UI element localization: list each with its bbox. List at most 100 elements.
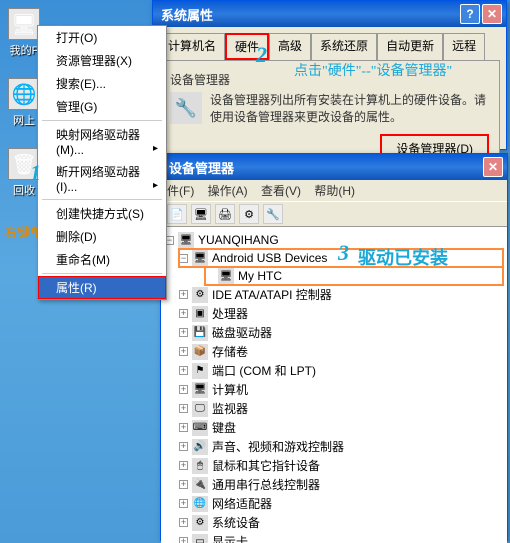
node-label: 通用串行总线控制器 (212, 476, 320, 493)
tree-node-android-usb[interactable]: − 🖥 Android USB Devices (179, 249, 503, 267)
tree-node[interactable]: +📦存储卷 (179, 342, 503, 361)
menu-view[interactable]: 查看(V) (261, 184, 301, 198)
tree-root[interactable]: − 🖥 YUANQIHANG (165, 231, 503, 249)
device-icon: 🖥 (192, 382, 208, 398)
expand-icon[interactable]: + (179, 404, 188, 413)
toolbar-btn[interactable]: 🔧 (263, 204, 283, 224)
expand-icon[interactable]: + (179, 385, 188, 394)
menu-item-manage[interactable]: 管理(G) (38, 95, 166, 118)
menu-separator (42, 120, 162, 121)
node-label: 声音、视频和游戏控制器 (212, 438, 344, 455)
device-icon: 💾 (192, 325, 208, 341)
tree-node[interactable]: +🖵监视器 (179, 399, 503, 418)
tab-computer-name[interactable]: 计算机名 (159, 33, 225, 60)
window-system-properties: 系统属性 ? ✕ 计算机名 硬件 高级 系统还原 自动更新 远程 设备管理器 🔧… (152, 0, 507, 150)
device-icon: ▭ (192, 534, 208, 543)
tab-auto-update[interactable]: 自动更新 (377, 33, 443, 60)
tree-node[interactable]: +🌐网络适配器 (179, 494, 503, 513)
toolbar: 📄 🖥 🖨 ⚙ 🔧 (161, 201, 507, 227)
tree-node[interactable]: + 🔌通用串行总线控制器 (179, 475, 503, 494)
menu-item-open[interactable]: 打开(O) (38, 26, 166, 49)
help-button[interactable]: ? (460, 4, 480, 24)
menu-item-shortcut[interactable]: 创建快捷方式(S) (38, 202, 166, 225)
window-title: 设备管理器 (169, 158, 481, 177)
tree-node[interactable]: +⚑端口 (COM 和 LPT) (179, 361, 503, 380)
toolbar-btn[interactable]: ⚙ (239, 204, 259, 224)
tree-node[interactable]: + ⌨键盘 (179, 418, 503, 437)
group-title: 设备管理器 (170, 71, 489, 88)
expand-icon[interactable]: + (179, 480, 188, 489)
tab-strip: 计算机名 硬件 高级 系统还原 自动更新 远程 (153, 27, 506, 60)
expand-icon[interactable]: + (179, 461, 188, 470)
tree-node[interactable]: +⚙IDE ATA/ATAPI 控制器 (179, 285, 503, 304)
close-button[interactable]: ✕ (483, 157, 503, 177)
tree-node[interactable]: +⚙系统设备 (179, 513, 503, 532)
menu-bar: 件(F) 操作(A) 查看(V) 帮助(H) (161, 180, 507, 201)
tree-node[interactable]: +▭显示卡 (179, 532, 503, 543)
tree-node[interactable]: + 🔊声音、视频和游戏控制器 (179, 437, 503, 456)
device-icon: 🌐 (192, 496, 208, 512)
menu-item-disconnect-drive[interactable]: 断开网络驱动器(I)... (38, 160, 166, 197)
menu-item-delete[interactable]: 删除(D) (38, 225, 166, 248)
expand-icon[interactable]: + (179, 366, 188, 375)
node-label: Android USB Devices (212, 251, 327, 265)
tab-advanced[interactable]: 高级 (269, 33, 311, 60)
node-label: My HTC (238, 269, 282, 283)
tab-hardware[interactable]: 硬件 (225, 33, 269, 60)
menu-item-properties[interactable]: 属性(R) (38, 276, 166, 299)
context-menu: 打开(O) 资源管理器(X) 搜索(E)... 管理(G) 映射网络驱动器(M)… (37, 25, 167, 300)
menu-file[interactable]: 件(F) (167, 184, 194, 198)
tree-node[interactable]: + 🖱鼠标和其它指针设备 (179, 456, 503, 475)
collapse-icon[interactable]: − (179, 254, 188, 263)
device-icon: 🔊 (192, 439, 208, 455)
expand-icon[interactable]: + (179, 423, 188, 432)
expand-icon[interactable]: + (179, 442, 188, 451)
menu-item-explorer[interactable]: 资源管理器(X) (38, 49, 166, 72)
device-icon: 🖱 (192, 458, 208, 474)
node-label: 键盘 (212, 419, 236, 436)
device-icon: ▣ (192, 306, 208, 322)
device-icon: ⚑ (192, 363, 208, 379)
expand-icon[interactable]: + (179, 290, 188, 299)
device-icon: 🖥 (218, 268, 234, 284)
expand-icon[interactable]: + (179, 309, 188, 318)
computer-icon: 🖥 (178, 232, 194, 248)
titlebar[interactable]: 系统属性 ? ✕ (153, 1, 506, 27)
toolbar-btn[interactable]: 🖥 (191, 204, 211, 224)
window-device-manager: 设备管理器 ✕ 件(F) 操作(A) 查看(V) 帮助(H) 📄 🖥 🖨 ⚙ 🔧… (160, 153, 508, 541)
toolbar-btn[interactable]: 🖨 (215, 204, 235, 224)
computer-icon: 🖥 (8, 8, 40, 40)
menu-item-map-drive[interactable]: 映射网络驱动器(M)... (38, 123, 166, 160)
tab-system-restore[interactable]: 系统还原 (311, 33, 377, 60)
menu-action[interactable]: 操作(A) (208, 184, 248, 198)
tab-panel: 设备管理器 🔧 设备管理器列出所有安装在计算机上的硬件设备。请使用设备管理器来更… (159, 60, 500, 160)
device-icon: ⚙ (192, 287, 208, 303)
titlebar[interactable]: 设备管理器 ✕ (161, 154, 507, 180)
device-tree[interactable]: − 🖥 YUANQIHANG − 🖥 Android USB Devices 🖥… (161, 227, 507, 543)
expand-icon[interactable]: + (179, 328, 188, 337)
tab-remote[interactable]: 远程 (443, 33, 485, 60)
tree-node[interactable]: +▣处理器 (179, 304, 503, 323)
device-icon: ⌨ (192, 420, 208, 436)
menu-separator (42, 199, 162, 200)
tree-node[interactable]: + 💾磁盘驱动器 (179, 323, 503, 342)
node-label: 系统设备 (212, 514, 260, 531)
close-button[interactable]: ✕ (482, 4, 502, 24)
window-title: 系统属性 (161, 5, 458, 24)
menu-help[interactable]: 帮助(H) (314, 184, 355, 198)
node-label: 计算机 (212, 381, 248, 398)
node-label: 鼠标和其它指针设备 (212, 457, 320, 474)
expand-icon[interactable]: + (179, 537, 188, 543)
tree-node-my-htc[interactable]: 🖥 My HTC (205, 267, 503, 285)
expand-icon[interactable]: + (179, 499, 188, 508)
expand-icon[interactable]: + (179, 347, 188, 356)
node-label: 磁盘驱动器 (212, 324, 272, 341)
node-label: 监视器 (212, 400, 248, 417)
toolbar-btn[interactable]: 📄 (167, 204, 187, 224)
device-icon: 🔌 (192, 477, 208, 493)
expand-icon[interactable]: + (179, 518, 188, 527)
recycle-icon: 🗑 (8, 148, 40, 180)
menu-item-rename[interactable]: 重命名(M) (38, 248, 166, 271)
menu-item-search[interactable]: 搜索(E)... (38, 72, 166, 95)
tree-node[interactable]: + 🖥计算机 (179, 380, 503, 399)
